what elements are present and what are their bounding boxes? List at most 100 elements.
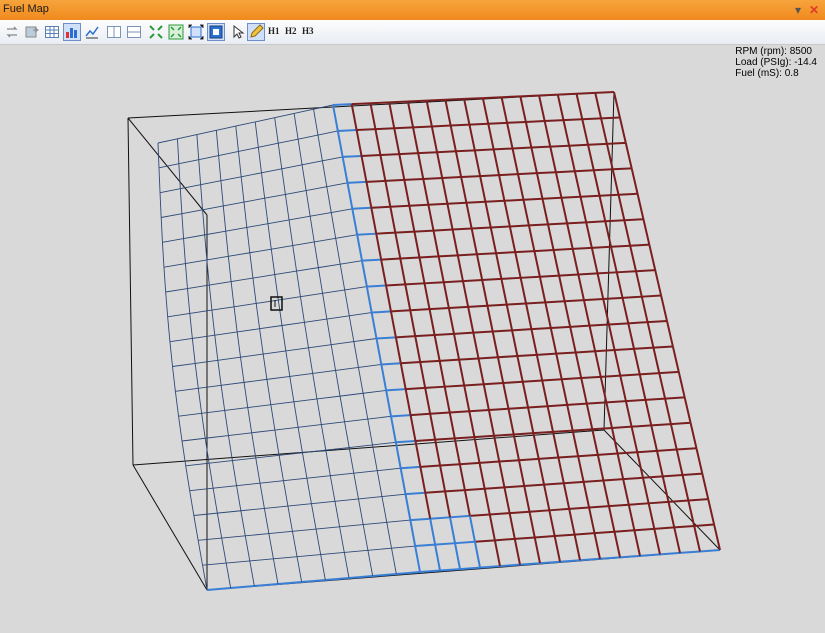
mesh-column-segment xyxy=(189,490,195,516)
mesh-row-segment xyxy=(314,237,336,243)
mesh-column-segment xyxy=(594,92,603,119)
mesh-column-segment xyxy=(350,103,358,131)
h2-button[interactable]: H2 xyxy=(285,26,297,36)
mesh-column-segment xyxy=(189,313,193,339)
mesh-column-segment xyxy=(389,311,397,338)
mesh-row-segment xyxy=(592,426,613,431)
mesh-column-segment xyxy=(191,338,196,364)
mesh-column-segment xyxy=(198,159,202,185)
mesh-row-segment xyxy=(688,498,709,502)
mesh-column-segment xyxy=(255,303,261,329)
mesh-column-segment xyxy=(313,109,319,136)
mesh-row-segment xyxy=(230,585,255,589)
mesh-row-segment xyxy=(317,130,338,136)
mesh-row-segment xyxy=(181,209,203,215)
mesh-column-segment xyxy=(560,379,569,406)
mesh-column-segment xyxy=(369,103,377,130)
mesh-column-segment xyxy=(493,540,501,567)
mesh-column-segment xyxy=(391,548,397,575)
mesh-row-segment xyxy=(659,370,679,375)
mesh-row-segment xyxy=(534,535,555,539)
mesh-column-segment xyxy=(305,190,311,217)
mesh-row-segment xyxy=(216,125,236,131)
mesh-row-segment xyxy=(476,252,497,256)
mesh-row-segment xyxy=(474,539,495,543)
mesh-row-segment xyxy=(221,535,246,539)
mesh-column-segment xyxy=(424,492,432,519)
mesh-column-segment xyxy=(240,510,246,536)
mesh-row-segment xyxy=(425,490,446,494)
pencil-icon[interactable] xyxy=(247,23,265,41)
mesh-row-segment xyxy=(274,113,295,119)
mesh-column-segment xyxy=(249,252,254,279)
close-icon[interactable]: ✕ xyxy=(806,2,822,18)
swap-icon[interactable] xyxy=(4,24,20,40)
mesh-column-segment xyxy=(511,330,519,357)
mesh-column-segment xyxy=(214,335,219,361)
mesh-column-segment xyxy=(285,350,291,377)
mesh-row-segment xyxy=(623,476,644,481)
full-view-icon[interactable] xyxy=(207,23,225,41)
expand-icon[interactable] xyxy=(168,24,184,40)
mesh-row-segment xyxy=(606,141,626,145)
mesh-column-segment xyxy=(566,404,574,431)
mesh-row-segment xyxy=(326,315,350,320)
mesh-row-segment xyxy=(214,331,238,336)
mesh-column-segment xyxy=(231,460,238,486)
mesh-row-segment xyxy=(493,147,513,151)
split-horizontal-icon[interactable] xyxy=(126,24,142,40)
h3-button[interactable]: H3 xyxy=(302,26,314,36)
pointer-icon[interactable] xyxy=(230,24,246,40)
mesh-row-segment xyxy=(249,248,272,254)
mesh-column-segment xyxy=(610,246,618,273)
fuel-map-3d-plot[interactable] xyxy=(0,44,825,633)
mesh-column-segment xyxy=(514,251,522,279)
bar-chart-icon[interactable] xyxy=(63,23,81,41)
mesh-row-segment xyxy=(220,176,242,182)
mesh-column-segment xyxy=(220,385,226,411)
mesh-row-segment xyxy=(301,160,323,166)
mesh-column-segment xyxy=(433,334,441,362)
mesh-row-segment xyxy=(274,270,297,276)
split-vertical-icon[interactable] xyxy=(106,24,122,40)
mesh-column-segment xyxy=(296,556,303,583)
mesh-row-segment xyxy=(400,465,421,470)
mesh-column-segment xyxy=(568,145,576,172)
mesh-row-segment xyxy=(679,550,701,554)
table-view-icon[interactable] xyxy=(44,24,60,40)
mesh-column-segment xyxy=(642,218,651,245)
mesh-column-segment xyxy=(442,282,450,309)
mesh-column-segment xyxy=(385,285,392,312)
line-chart-icon[interactable] xyxy=(84,24,100,40)
mesh-row-segment xyxy=(435,437,455,441)
mesh-column-segment xyxy=(252,278,257,304)
mesh-column-segment xyxy=(181,440,187,466)
mesh-column-segment xyxy=(481,97,490,124)
export-icon[interactable] xyxy=(24,24,40,40)
mesh-column-segment xyxy=(492,149,501,176)
cell-cursor[interactable] xyxy=(270,296,283,311)
mesh-row-segment xyxy=(499,173,519,177)
h1-button[interactable]: H1 xyxy=(268,26,280,36)
fuel-surface-mesh[interactable] xyxy=(157,91,721,591)
mesh-column-segment xyxy=(654,269,663,296)
mesh-row-segment xyxy=(574,532,595,536)
zoom-region-icon[interactable] xyxy=(188,24,204,40)
mesh-column-segment xyxy=(159,192,162,218)
mesh-row-segment xyxy=(682,472,703,477)
fit-icon[interactable] xyxy=(148,24,164,40)
mesh-column-segment xyxy=(478,462,486,489)
mesh-row-segment xyxy=(247,404,271,409)
mesh-column-segment xyxy=(627,504,636,531)
mesh-column-segment xyxy=(353,341,359,368)
mesh-row-segment xyxy=(163,263,186,268)
mesh-row-segment xyxy=(158,163,179,169)
pin-icon[interactable]: ▾ xyxy=(790,2,806,18)
mesh-row-segment xyxy=(561,195,581,199)
mesh-row-segment xyxy=(312,369,336,374)
mesh-row-segment xyxy=(513,432,534,436)
mesh-column-segment xyxy=(600,118,608,145)
mesh-column-segment xyxy=(449,125,457,152)
mesh-column-segment xyxy=(508,512,516,540)
mesh-column-segment xyxy=(588,507,596,534)
